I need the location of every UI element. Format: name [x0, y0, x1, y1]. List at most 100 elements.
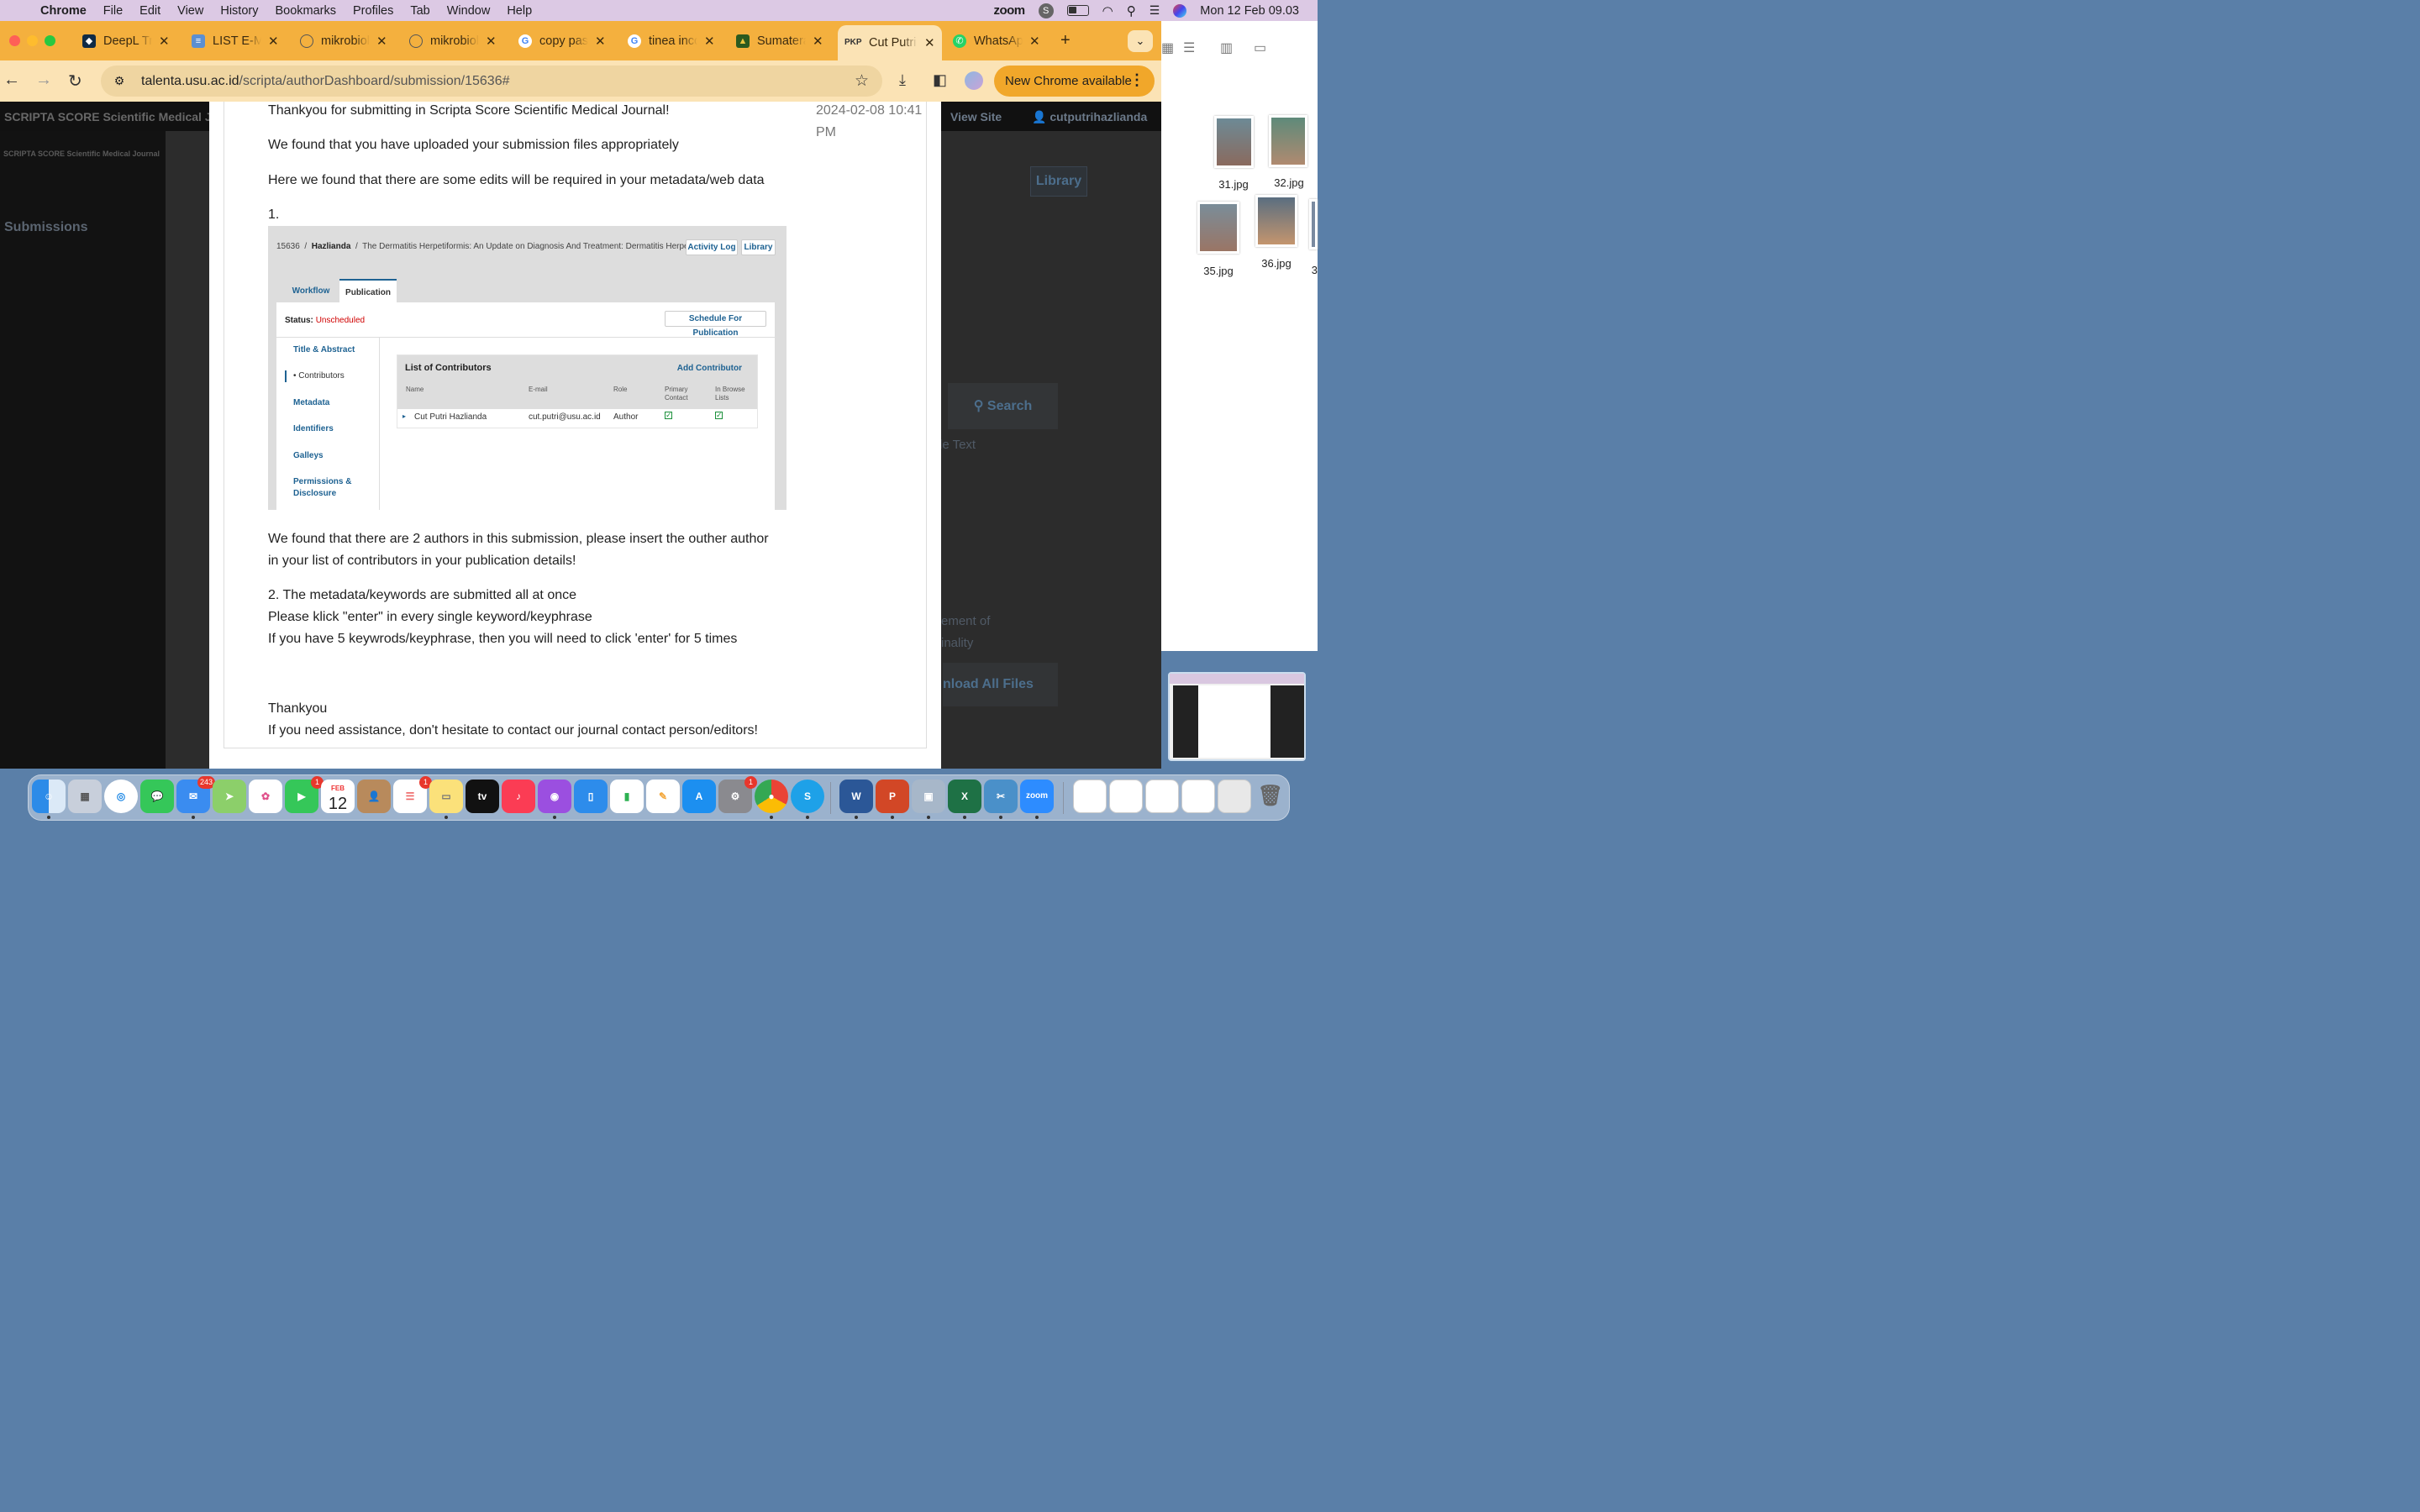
launchpad-icon[interactable]: ▦	[68, 780, 102, 813]
zoom-status-icon[interactable]: zoom	[993, 3, 1025, 18]
close-tab-icon[interactable]: ✕	[704, 34, 715, 49]
close-tab-icon[interactable]: ✕	[1029, 34, 1040, 49]
close-tab-icon[interactable]: ✕	[376, 34, 387, 49]
window-preview[interactable]	[1168, 672, 1306, 761]
close-window-button[interactable]	[9, 35, 20, 46]
notes-icon[interactable]: ▭	[429, 780, 463, 813]
back-arrow-icon[interactable]: ←	[3, 71, 20, 90]
clock[interactable]: Mon 12 Feb 09.03	[1200, 4, 1299, 18]
siri-icon[interactable]	[1173, 3, 1187, 18]
bookmark-star-icon[interactable]: ☆	[855, 71, 869, 91]
tab-sumatera[interactable]: ▲ Sumatera ✕	[736, 29, 823, 54]
menu-window[interactable]: Window	[439, 4, 499, 18]
document-icon[interactable]	[1073, 780, 1107, 813]
menu-history[interactable]: History	[212, 4, 266, 18]
side-panel-icon[interactable]: ◧	[933, 71, 947, 89]
file-thumbnail-32[interactable]	[1269, 115, 1307, 167]
close-tab-icon[interactable]: ✕	[268, 34, 279, 49]
gallery-view-icon[interactable]: ▭	[1254, 39, 1266, 56]
close-tab-icon[interactable]: ✕	[813, 34, 823, 49]
spotlight-icon[interactable]: ⚲	[1127, 3, 1136, 18]
tab-whatsapp[interactable]: ✆ WhatsApp ✕	[953, 29, 1040, 54]
file-name-36[interactable]: 36.jpg	[1251, 257, 1302, 270]
user-menu[interactable]: 👤 cutputrihazlianda	[1032, 110, 1147, 124]
file-name-32[interactable]: 32.jpg	[1264, 176, 1314, 189]
submissions-link[interactable]: Submissions	[4, 220, 88, 235]
file-thumbnail-35[interactable]	[1197, 202, 1239, 254]
site-settings-icon[interactable]: ⚙	[109, 74, 129, 88]
maximize-window-button[interactable]	[45, 35, 55, 46]
keynote-icon[interactable]: ▯	[574, 780, 608, 813]
menu-help[interactable]: Help	[498, 4, 540, 18]
list-view-icon[interactable]: ☰	[1183, 39, 1195, 56]
new-tab-plus-icon[interactable]: +	[1060, 31, 1071, 50]
safari-icon[interactable]: ◎	[104, 780, 138, 813]
menu-view[interactable]: View	[169, 4, 212, 18]
powerpoint-icon[interactable]: P	[876, 780, 909, 813]
chrome-icon[interactable]: ●	[755, 780, 788, 813]
document-icon[interactable]	[1218, 780, 1251, 813]
more-menu-icon[interactable]: ⋮	[1129, 71, 1144, 89]
menu-file[interactable]: File	[95, 4, 131, 18]
facetime-icon[interactable]: ▶ 1	[285, 776, 324, 813]
mail-icon[interactable]: ✉ 243	[176, 776, 215, 813]
finder-icon[interactable]: ☺	[32, 780, 66, 813]
menu-app-name[interactable]: Chrome	[32, 4, 95, 18]
reload-icon[interactable]: ↻	[68, 71, 82, 92]
tab-search-chevron-icon[interactable]: ⌄	[1128, 30, 1153, 52]
photos-icon[interactable]: ✿	[249, 780, 282, 813]
file-thumbnail-31[interactable]	[1214, 116, 1254, 168]
journal-logo[interactable]: SCRIPTA SCORE Scientific Medical Journal	[3, 150, 160, 158]
column-view-icon[interactable]: ▥	[1220, 39, 1233, 56]
tab-deepl[interactable]: ◆ DeepL Translate ✕	[82, 29, 170, 54]
excel-icon[interactable]: X	[948, 780, 981, 813]
tab-list[interactable]: ≡ LIST E-M ✕	[192, 29, 279, 54]
menu-tab[interactable]: Tab	[402, 4, 438, 18]
document-icon[interactable]	[1109, 780, 1143, 813]
maps-icon[interactable]: ➤	[213, 780, 246, 813]
close-tab-icon[interactable]: ✕	[159, 34, 170, 49]
control-center-icon[interactable]: ☰	[1150, 3, 1160, 18]
numbers-icon[interactable]: ▮	[610, 780, 644, 813]
profile-avatar-icon[interactable]	[965, 71, 983, 90]
forward-arrow-icon[interactable]: →	[35, 71, 52, 90]
menu-profiles[interactable]: Profiles	[345, 4, 402, 18]
calendar-icon[interactable]: FEB 12	[321, 780, 355, 813]
system-settings-icon[interactable]: ⚙ 1	[718, 776, 757, 813]
grid-view-icon[interactable]: ▦	[1161, 39, 1174, 56]
podcasts-icon[interactable]: ◉	[538, 780, 571, 813]
trash-icon[interactable]: 🗑	[1254, 780, 1287, 813]
document-icon[interactable]	[1145, 780, 1179, 813]
menu-edit[interactable]: Edit	[131, 4, 169, 18]
contacts-icon[interactable]: 👤	[357, 780, 391, 813]
file-name-35[interactable]: 35.jpg	[1193, 265, 1244, 277]
apple-tv-icon[interactable]: tv	[466, 780, 499, 813]
minimize-window-button[interactable]	[27, 35, 38, 46]
address-bar[interactable]: ⚙ talenta.usu.ac.id/scripta/authorDashbo…	[101, 66, 882, 97]
skype-icon[interactable]: S	[791, 780, 824, 813]
tab-copy-paste[interactable]: G copy paste ✕	[518, 29, 606, 54]
tab-cut-putri[interactable]: PKP Cut Putri ✕	[838, 25, 942, 60]
close-tab-icon[interactable]: ✕	[595, 34, 606, 49]
close-tab-icon[interactable]: ✕	[924, 35, 935, 50]
messages-icon[interactable]: 💬	[140, 780, 174, 813]
view-site-link[interactable]: View Site	[950, 110, 1002, 123]
file-thumbnail-36[interactable]	[1255, 195, 1297, 247]
user-status-icon[interactable]: S	[1038, 3, 1054, 18]
music-icon[interactable]: ♪	[502, 780, 535, 813]
tab-mikrobiologi-2[interactable]: mikrobiologi ✕	[409, 29, 497, 54]
tab-mikrobiologi-1[interactable]: mikrobiologi ✕	[300, 29, 387, 54]
file-thumbnail-partial[interactable]	[1309, 199, 1318, 249]
tab-tinea[interactable]: G tinea incognito ✕	[628, 29, 715, 54]
file-name-31[interactable]: 31.jpg	[1208, 178, 1259, 191]
preview-icon[interactable]: ▣	[912, 780, 945, 813]
app-store-icon[interactable]: A	[682, 780, 716, 813]
pages-icon[interactable]: ✎	[646, 780, 680, 813]
download-all-files-button[interactable]: nload All Files	[943, 663, 1058, 706]
download-icon[interactable]: ⤓	[899, 71, 906, 89]
menu-bookmarks[interactable]: Bookmarks	[266, 4, 345, 18]
file-name-partial[interactable]: 3	[1296, 264, 1318, 276]
reminders-icon[interactable]: ☰ 1	[393, 776, 432, 813]
battery-icon[interactable]	[1066, 5, 1089, 16]
word-icon[interactable]: W	[839, 780, 873, 813]
